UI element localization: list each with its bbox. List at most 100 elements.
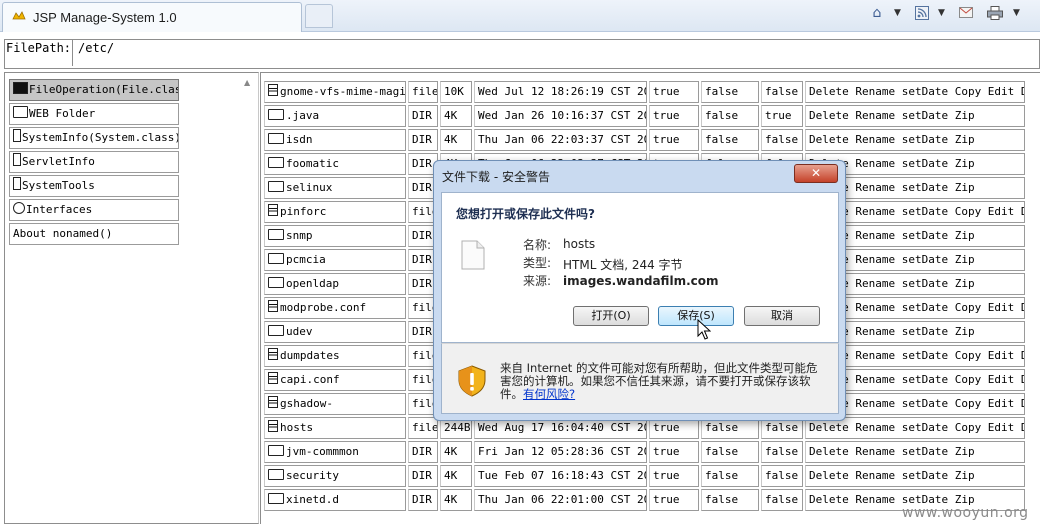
file-name-cell[interactable]: dumpdates [264, 345, 406, 367]
file-date: Fri Jan 12 05:28:36 CST 2007 [478, 445, 647, 458]
file-type-cell: DIR [408, 441, 438, 463]
file-readable: true [653, 493, 680, 506]
file-name-cell[interactable]: udev [264, 321, 406, 343]
file-date-cell: Thu Jan 06 22:01:00 CST 2011 [474, 489, 647, 511]
tab-title: JSP Manage-System 1.0 [33, 10, 177, 25]
file-name-cell[interactable]: security [264, 465, 406, 487]
save-button[interactable]: 保存(S) [658, 306, 734, 326]
file-hidden-cell: false [761, 465, 803, 487]
nav-item[interactable]: SystemTools [9, 175, 179, 197]
file-name: pinforc [280, 205, 327, 218]
file-date-cell: Fri Jan 12 05:28:36 CST 2007 [474, 441, 647, 463]
file-actions-cell[interactable]: Delete Rename setDate Zip [805, 105, 1025, 127]
file-actions: Delete Rename setDate Zip [809, 469, 975, 482]
file-name-cell[interactable]: openldap [264, 273, 406, 295]
folder-icon [268, 229, 284, 240]
table-row: isdn DIR 4K Thu Jan 06 22:03:37 CST 2011 tru… [264, 129, 1040, 151]
file-hidden-cell: false [761, 81, 803, 103]
file-type: DIR [412, 229, 432, 242]
file-actions-cell[interactable]: Delete Rename setDate Zip [805, 129, 1025, 151]
file-readable: true [653, 469, 680, 482]
print-dropdown-icon[interactable]: ▼ [1013, 4, 1020, 22]
file-type: DIR [412, 493, 432, 506]
nav-item[interactable]: About nonamed() [9, 223, 179, 245]
file-name-cell[interactable]: capi.conf [264, 369, 406, 391]
file-type: DIR [412, 469, 432, 482]
file-actions-cell[interactable]: Delete Rename setDate Zip [805, 441, 1025, 463]
file-date: Thu Jan 06 22:01:00 CST 2011 [478, 493, 647, 506]
file-type-cell: DIR [408, 105, 438, 127]
file-name-cell[interactable]: .java [264, 105, 406, 127]
file-writable: false [705, 421, 739, 434]
risk-help-link[interactable]: 有何风险? [523, 387, 575, 401]
file-date: Wed Aug 17 16:04:40 CST 2011 [478, 421, 647, 434]
file-date-cell: Wed Jul 12 18:26:19 CST 2006 [474, 81, 647, 103]
home-dropdown-icon[interactable]: ▼ [894, 4, 901, 22]
nav-item[interactable]: WEB Folder [9, 103, 179, 125]
browser-tab[interactable]: JSP Manage-System 1.0 [2, 2, 302, 32]
file-name: openldap [286, 277, 339, 290]
file-name-cell[interactable]: selinux [264, 177, 406, 199]
file-actions-cell[interactable]: Delete Rename setDate Zip [805, 465, 1025, 487]
file-name-cell[interactable]: xinetd.d [264, 489, 406, 511]
file-icon [268, 396, 278, 408]
name-label: 名称: [523, 238, 552, 252]
file-actions-cell[interactable]: Delete Rename setDate Copy Edit Down [805, 81, 1025, 103]
mail-icon[interactable] [956, 3, 976, 23]
file-type: DIR [412, 133, 432, 146]
scroll-up-icon[interactable]: ▲ [244, 78, 250, 87]
type-value: HTML 文档, 244 字节 [563, 258, 683, 272]
dialog-close-button[interactable]: ✕ [794, 164, 838, 183]
file-size: 10K [444, 85, 464, 98]
feeds-icon[interactable] [912, 3, 932, 23]
file-name-cell[interactable]: pinforc [264, 201, 406, 223]
mouse-cursor-icon [697, 319, 711, 340]
file-name-cell[interactable]: foomatic [264, 153, 406, 175]
file-name-cell[interactable]: gnome-vfs-mime-magic [264, 81, 406, 103]
source-label: 来源: [523, 274, 552, 288]
file-name: capi.conf [280, 373, 340, 386]
nav-item[interactable]: FileOperation(File.class) [9, 79, 179, 101]
file-writable-cell: false [701, 465, 759, 487]
filepath-label: FilePath: [6, 41, 72, 55]
type-label: 类型: [523, 256, 552, 270]
file-writable: false [705, 109, 739, 122]
cancel-button[interactable]: 取消 [744, 306, 820, 326]
filepath-input[interactable] [78, 41, 478, 55]
nav-item[interactable]: SystemInfo(System.class) [9, 127, 179, 149]
file-date: Wed Jul 12 18:26:19 CST 2006 [478, 85, 647, 98]
folder-icon [268, 133, 284, 144]
dialog-question: 您想打开或保存此文件吗? [456, 207, 595, 221]
file-name-cell[interactable]: isdn [264, 129, 406, 151]
open-button[interactable]: 打开(O) [573, 306, 649, 326]
file-name-cell[interactable]: snmp [264, 225, 406, 247]
file-type: DIR [412, 277, 432, 290]
file-name-cell[interactable]: gshadow- [264, 393, 406, 415]
folder-icon [268, 469, 284, 480]
feeds-dropdown-icon[interactable]: ▼ [938, 4, 945, 22]
file-type: DIR [412, 253, 432, 266]
nav-item[interactable]: ServletInfo [9, 151, 179, 173]
network-icon [13, 202, 25, 214]
new-tab-button[interactable] [305, 4, 333, 28]
file-name: foomatic [286, 157, 339, 170]
file-actions: Delete Rename setDate Zip [809, 445, 975, 458]
file-name: snmp [286, 229, 313, 242]
home-icon[interactable]: ⌂ [866, 3, 888, 23]
print-icon[interactable] [984, 3, 1006, 23]
file-readable: true [653, 421, 680, 434]
file-name-cell[interactable]: jvm-commmon [264, 441, 406, 463]
file-name-cell[interactable]: pcmcia [264, 249, 406, 271]
page-icon [12, 11, 26, 20]
file-writable-cell: false [701, 105, 759, 127]
file-name-cell[interactable]: hosts [264, 417, 406, 439]
file-size-cell: 4K [440, 441, 472, 463]
file-name-cell[interactable]: modprobe.conf [264, 297, 406, 319]
file-date-cell: Wed Jan 26 10:16:37 CST 2011 [474, 105, 647, 127]
nav-item[interactable]: Interfaces [9, 199, 179, 221]
file-type: file [412, 421, 438, 434]
file-icon [268, 372, 278, 384]
file-name: jvm-commmon [286, 445, 359, 458]
folder-icon [13, 106, 28, 118]
file-type-cell: file [408, 417, 438, 439]
